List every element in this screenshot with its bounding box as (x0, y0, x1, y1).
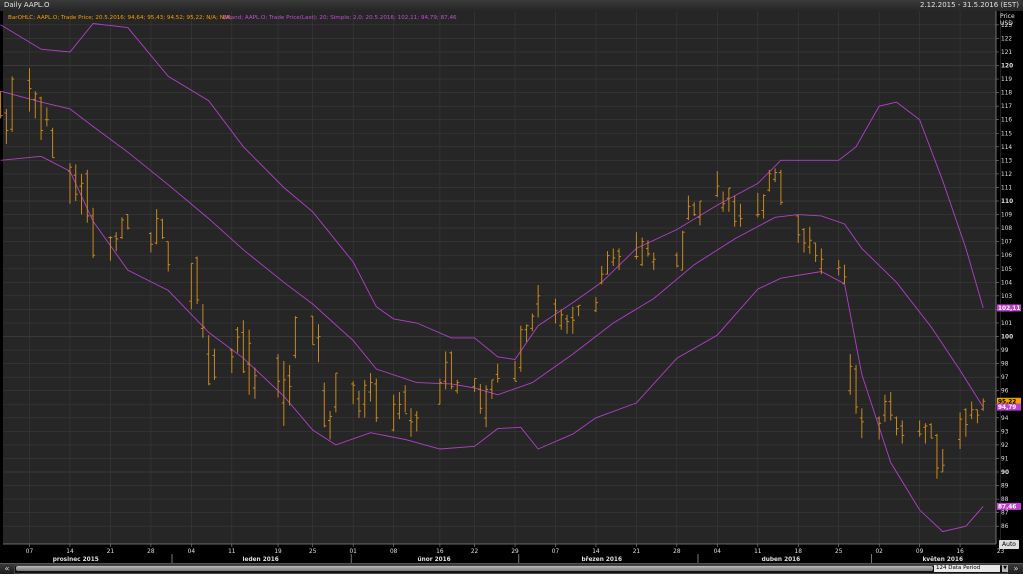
y-tick-label: 110 (1001, 199, 1013, 205)
y-tick-label: 121 (1001, 50, 1012, 56)
x-tick-label: 11 (754, 549, 762, 555)
y-tick-label: 105 (1001, 267, 1012, 273)
x-tick-label: 25 (309, 549, 317, 555)
x-tick-label: 11 (228, 549, 236, 555)
auto-scale-button[interactable]: Auto (999, 540, 1019, 549)
x-tick-label: 18 (795, 549, 803, 555)
y-tick-label: 99 (1001, 348, 1009, 354)
y-tick-label: 114 (1001, 145, 1012, 151)
y-tick-label: 104 (1001, 280, 1012, 286)
x-tick-label: 25 (835, 549, 843, 555)
x-tick-label: 19 (274, 549, 282, 555)
y-tick-label: 100 (1001, 335, 1013, 341)
month-label: květen 2016 (922, 556, 963, 563)
y-tick-label: 115 (1001, 131, 1012, 137)
y-tick-label: 106 (1001, 253, 1012, 259)
x-tick-label: 28 (673, 549, 681, 555)
y-tick-label: 86 (1001, 524, 1009, 530)
x-tick-label: 21 (107, 549, 115, 555)
y-tick-label: 92 (1001, 443, 1009, 449)
x-tick-label: 07 (26, 549, 34, 555)
x-tick-label: 16 (436, 549, 444, 555)
month-label: březen 2016 (581, 556, 622, 563)
date-range: 2.12.2015 - 31.5.2016 (EST) (919, 1, 1019, 9)
chevron-down-icon[interactable]: ▼ (1002, 565, 1008, 572)
x-tick-label: 04 (188, 549, 196, 555)
last-value-label: 102,11 (998, 306, 1020, 312)
window-title: Daily AAPL.O (4, 1, 50, 9)
x-tick-label: 01 (349, 549, 357, 555)
x-tick-label: 28 (147, 549, 155, 555)
y-tick-label: 96 (1001, 389, 1009, 395)
y-tick-label: 103 (1001, 294, 1012, 300)
y-tick-label: 90 (1001, 470, 1009, 476)
y-tick-label: 119 (1001, 77, 1012, 83)
y-tick-label: 109 (1001, 213, 1012, 219)
y-tick-label: 93 (1001, 429, 1009, 435)
last-value-label: 87,46 (998, 504, 1016, 510)
y-tick-label: 94 (1001, 416, 1009, 422)
y-tick-label: 87 (1001, 511, 1009, 517)
y-tick-label: 97 (1001, 375, 1009, 381)
y-tick-label: 89 (1001, 484, 1009, 490)
plot-area[interactable] (3, 11, 996, 544)
y-tick-label: 91 (1001, 456, 1009, 462)
price-axis-title: Price (1000, 13, 1015, 20)
y-tick-label: 101 (1001, 321, 1012, 327)
y-tick-label: 118 (1001, 91, 1012, 97)
x-tick-label: 23 (997, 549, 1005, 555)
x-tick-label: 07 (552, 549, 560, 555)
currency-label: USD (1000, 20, 1013, 27)
x-tick-label: 16 (956, 549, 964, 555)
y-tick-label: 108 (1001, 226, 1012, 232)
x-tick-label: 02 (875, 549, 883, 555)
x-tick-label: 04 (714, 549, 722, 555)
x-tick-label: 22 (471, 549, 479, 555)
x-tick-label: 21 (633, 549, 641, 555)
bband-legend: BBand; AAPL.O; Trade Price(Last); 20; Si… (223, 15, 457, 21)
last-value-label: 94,79 (998, 405, 1016, 411)
x-tick-label: 09 (916, 549, 924, 555)
x-tick-label: 14 (66, 549, 74, 555)
bottom-bar: « 124 Data Period ▼ » (0, 563, 1023, 574)
y-tick-label: 116 (1001, 118, 1012, 124)
y-tick-label: 88 (1001, 497, 1009, 503)
month-label: únor 2016 (417, 556, 450, 563)
x-tick-label: 29 (511, 549, 519, 555)
y-tick-label: 120 (1001, 64, 1013, 70)
x-tick-label: 08 (390, 549, 398, 555)
scroll-thumb[interactable] (16, 566, 933, 571)
y-tick-label: 112 (1001, 172, 1012, 178)
y-tick-label: 111 (1001, 185, 1012, 191)
x-tick-label: 14 (592, 549, 600, 555)
ohlc-chart[interactable]: 8687888990919293949596979899100101102103… (0, 11, 1023, 563)
period-select[interactable]: 124 Data Period (934, 565, 1000, 572)
y-tick-label: 98 (1001, 362, 1009, 368)
y-tick-label: 117 (1001, 104, 1012, 110)
y-tick-label: 122 (1001, 36, 1012, 42)
y-tick-label: 113 (1001, 158, 1012, 164)
ohlc-legend: BarOHLC; AAPL.O; Trade Price; 20.5.2016;… (8, 15, 232, 21)
y-tick-label: 107 (1001, 240, 1012, 246)
